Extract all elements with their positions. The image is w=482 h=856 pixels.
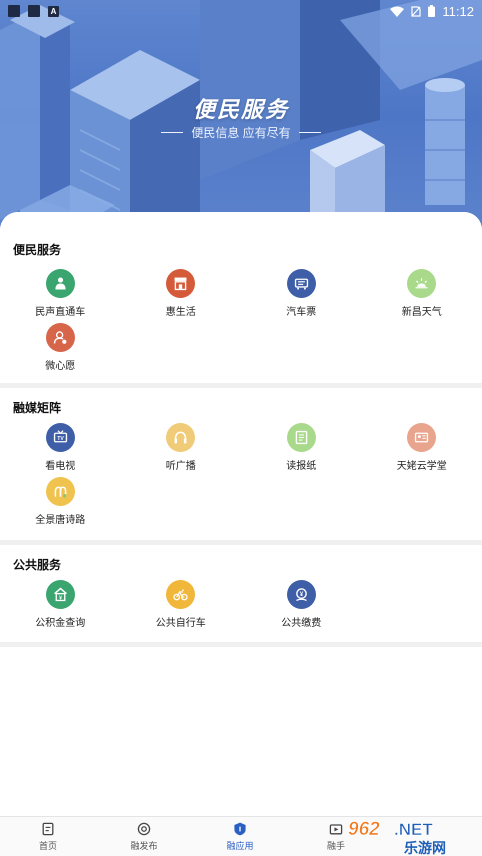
service-grid: 民声直通车 惠生活 汽车票 新昌天气 微心愿 [0,269,482,377]
services-panel: 便民服务 民声直通车 惠生活 汽车票 新昌天气 微心愿 融媒矩阵 TV 看电视 … [0,212,482,816]
section-title: 便民服务 [13,243,62,257]
service-item-bicycle[interactable]: 公共自行车 [121,580,242,634]
bicycle-icon [166,580,196,609]
wifi-icon [390,6,405,17]
fund-icon: ¥ [45,580,75,609]
classroom-icon [407,423,437,452]
divider-line [298,132,321,133]
hero-banner: A 11:12 便民服务 便民信息 应有尽有 [0,0,482,232]
service-label: 看电视 [45,461,76,472]
svg-text:¥: ¥ [300,592,304,598]
nav-item-home[interactable]: 首页 [0,817,96,856]
service-item-huishenghuo[interactable]: 惠生活 [121,269,242,323]
service-label: 天姥云学堂 [396,461,447,472]
wish-icon [45,323,75,352]
nav-label: 首页 [38,841,57,851]
service-grid: ¥ 公积金查询 公共自行车 ¥ 公共缴费 [0,580,482,634]
hero-subtitle-row: 便民信息 应有尽有 [0,124,482,141]
svg-text:乐游网: 乐游网 [404,840,446,856]
service-item-radio[interactable]: 听广播 [121,423,242,477]
nav-item-publish[interactable]: 融发布 [96,817,192,856]
megaphone-icon [45,269,75,298]
nav-label: 融应用 [226,841,254,851]
bottom-nav: 首页 融发布 融应用 融手 962 .NET 乐游网 [0,816,482,856]
svg-text:¥: ¥ [59,596,62,602]
headphones-icon [166,423,196,452]
service-label: 惠生活 [165,307,196,318]
hero-subtitle: 便民信息 应有尽有 [191,126,291,140]
svg-text:.NET: .NET [394,820,433,839]
service-item-panorama[interactable]: 全景唐诗路 [0,477,121,531]
svg-text:TV: TV [57,436,64,442]
service-item-tv[interactable]: TV 看电视 [0,423,121,477]
notification-icon [28,5,40,17]
service-item-payment[interactable]: ¥ 公共缴费 [241,580,362,634]
service-grid: TV 看电视 听广播 读报纸 天姥云学堂 全景唐诗路 [0,423,482,531]
status-notifications: A [8,5,59,17]
svg-text:962: 962 [348,819,380,840]
newspaper-icon [286,423,316,452]
section-title: 公共服务 [13,558,62,572]
no-sim-icon [411,5,422,17]
payment-icon: ¥ [286,580,316,609]
weather-icon [407,269,437,298]
watermark-logo: 962 .NET 乐游网 [348,819,446,856]
service-label: 公共缴费 [281,618,322,629]
service-label: 新昌天气 [401,307,442,318]
section-title: 融媒矩阵 [13,401,62,415]
service-label: 全景唐诗路 [35,515,86,526]
shop-icon [166,269,196,298]
divider-line [161,132,184,133]
tv-icon: TV [45,423,75,452]
section-media-matrix: 融媒矩阵 TV 看电视 听广播 读报纸 天姥云学堂 全景唐诗路 [0,388,482,545]
status-time: 11:12 [442,3,474,19]
service-item-weather[interactable]: 新昌天气 [362,269,482,323]
service-item-housing-fund[interactable]: ¥ 公积金查询 [0,580,121,634]
service-label: 听广播 [165,461,196,472]
publish-icon [137,822,151,836]
ticket-icon [286,269,316,298]
section-convenience: 便民服务 民声直通车 惠生活 汽车票 新昌天气 微心愿 [0,212,482,388]
service-label: 汽车票 [286,307,317,318]
nav-label: 融发布 [130,841,158,851]
battery-icon [428,5,436,17]
service-label: 微心愿 [45,361,76,372]
section-public-services: 公共服务 ¥ 公积金查询 公共自行车 ¥ 公共缴费 [0,545,482,647]
apps-icon [234,822,246,836]
service-label: 公共自行车 [155,618,206,629]
notification-icon [8,5,20,17]
status-bar: A 11:12 [0,0,482,22]
service-item-newspaper[interactable]: 读报纸 [241,423,362,477]
service-label: 民声直通车 [35,307,86,318]
service-label: 公积金查询 [35,618,86,629]
panorama-icon [45,477,75,506]
home-icon [42,822,54,836]
service-item-qichepiao[interactable]: 汽车票 [241,269,362,323]
service-item-classroom[interactable]: 天姥云学堂 [362,423,482,477]
service-label: 读报纸 [286,461,317,472]
nav-item-apps[interactable]: 融应用 [192,817,288,856]
hero-title: 便民服务 [192,97,289,122]
service-item-weixinyuan[interactable]: 微心愿 [0,323,121,377]
service-item-minsheng[interactable]: 民声直通车 [0,269,121,323]
a-badge-icon: A [48,5,59,17]
